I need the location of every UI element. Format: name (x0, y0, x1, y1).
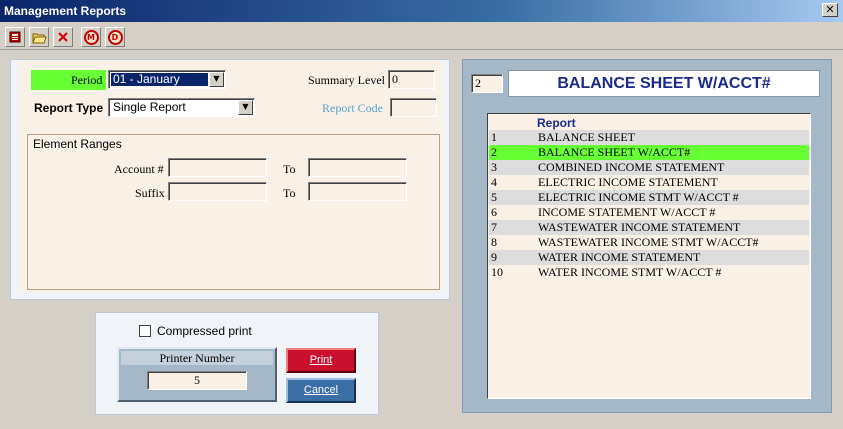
element-ranges-title: Element Ranges (33, 137, 122, 151)
suffix-from-input[interactable] (168, 182, 267, 201)
title-bar: Management Reports ✕ (0, 0, 843, 22)
d-circle-icon[interactable]: D (105, 27, 125, 47)
cancel-button[interactable]: Cancel (286, 378, 356, 403)
report-code-input[interactable] (390, 98, 437, 117)
list-item[interactable]: 7 WASTEWATER INCOME STATEMENT (489, 220, 809, 235)
list-item-name: INCOME STATEMENT W/ACCT # (538, 205, 716, 219)
list-item-number: 3 (491, 160, 497, 174)
list-item-number: 6 (491, 205, 497, 219)
summary-level-input[interactable]: 0 (388, 70, 435, 89)
list-item-name: WATER INCOME STMT W/ACCT # (538, 265, 722, 279)
suffix-label: Suffix (135, 186, 165, 200)
report-code-label: Report Code (322, 101, 383, 115)
window-title: Management Reports (4, 4, 127, 18)
list-item-number: 8 (491, 235, 497, 249)
list-item-number: 10 (491, 265, 503, 279)
period-value: 01 - January (111, 73, 208, 86)
list-item-name: ELECTRIC INCOME STATEMENT (538, 175, 718, 189)
suffix-to-input[interactable] (308, 182, 407, 201)
list-item-name: BALANCE SHEET (538, 130, 635, 144)
account-to-label: To (283, 162, 296, 176)
summary-level-label: Summary Level (308, 73, 385, 87)
list-item-name: WASTEWATER INCOME STATEMENT (538, 220, 741, 234)
list-item-number: 2 (491, 145, 497, 159)
list-item-number: 4 (491, 175, 497, 189)
list-item[interactable]: 8 WASTEWATER INCOME STMT W/ACCT# (489, 235, 809, 250)
list-item[interactable]: 3 COMBINED INCOME STATEMENT (489, 160, 809, 175)
list-item-number: 1 (491, 130, 497, 144)
open-folder-icon[interactable] (29, 27, 49, 47)
m-circle-icon[interactable]: M (81, 27, 101, 47)
period-label: Period (71, 73, 103, 87)
list-item-name: ELECTRIC INCOME STMT W/ACCT # (538, 190, 739, 204)
report-type-select[interactable]: Single Report ▼ (108, 98, 255, 117)
account-label: Account # (114, 162, 164, 176)
selected-report-title: BALANCE SHEET W/ACCT# (508, 70, 820, 97)
list-item[interactable]: 2 BALANCE SHEET W/ACCT# (489, 145, 809, 160)
compressed-print-label: Compressed print (157, 324, 252, 338)
period-select[interactable]: 01 - January ▼ (108, 70, 226, 89)
exit-icon[interactable] (5, 27, 25, 47)
list-item-name: WASTEWATER INCOME STMT W/ACCT# (538, 235, 759, 249)
report-list-header: Report (537, 116, 576, 130)
list-item[interactable]: 9 WATER INCOME STATEMENT (489, 250, 809, 265)
report-type-value: Single Report (113, 100, 186, 114)
chevron-down-icon[interactable]: ▼ (238, 100, 253, 115)
list-item-number: 5 (491, 190, 497, 204)
compressed-print-checkbox[interactable] (139, 325, 151, 337)
print-button[interactable]: Print (286, 348, 356, 373)
list-item-number: 9 (491, 250, 497, 264)
suffix-to-label: To (283, 186, 296, 200)
list-item[interactable]: 1 BALANCE SHEET (489, 130, 809, 145)
list-item-number: 7 (491, 220, 497, 234)
account-to-input[interactable] (308, 158, 407, 177)
list-item[interactable]: 10 WATER INCOME STMT W/ACCT # (489, 265, 809, 280)
report-number-input[interactable]: 2 (471, 74, 503, 93)
chevron-down-icon[interactable]: ▼ (209, 72, 224, 87)
list-item[interactable]: 6 INCOME STATEMENT W/ACCT # (489, 205, 809, 220)
list-item-name: BALANCE SHEET W/ACCT# (538, 145, 691, 159)
report-type-label: Report Type (34, 101, 104, 115)
list-item-name: WATER INCOME STATEMENT (538, 250, 701, 264)
toolbar: M D (0, 24, 843, 50)
printer-number-input[interactable]: 5 (147, 371, 247, 390)
close-icon[interactable]: ✕ (822, 3, 838, 17)
list-item[interactable]: 5 ELECTRIC INCOME STMT W/ACCT # (489, 190, 809, 205)
account-from-input[interactable] (168, 158, 267, 177)
delete-icon[interactable] (53, 27, 73, 47)
printer-number-label: Printer Number (121, 351, 273, 365)
list-item-name: COMBINED INCOME STATEMENT (538, 160, 725, 174)
report-list[interactable]: Report 1 BALANCE SHEET 2 BALANCE SHEET W/AC… (487, 113, 811, 399)
list-item[interactable]: 4 ELECTRIC INCOME STATEMENT (489, 175, 809, 190)
